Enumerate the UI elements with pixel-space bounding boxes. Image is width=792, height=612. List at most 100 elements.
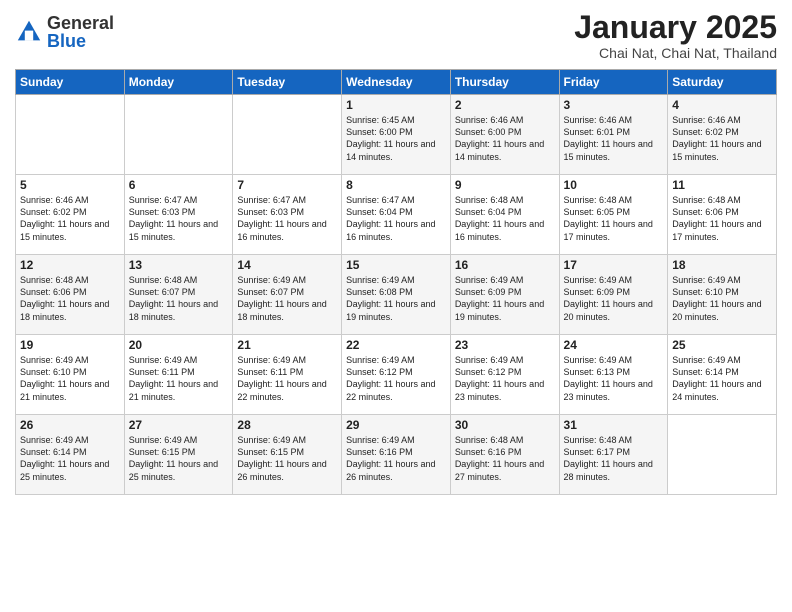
cell-text: Sunrise: 6:49 AMSunset: 6:12 PMDaylight:… (346, 354, 446, 403)
calendar-cell: 20Sunrise: 6:49 AMSunset: 6:11 PMDayligh… (124, 335, 233, 415)
day-number: 30 (455, 418, 555, 432)
cell-text: Sunrise: 6:48 AMSunset: 6:05 PMDaylight:… (564, 194, 664, 243)
day-number: 15 (346, 258, 446, 272)
cell-text: Sunrise: 6:45 AMSunset: 6:00 PMDaylight:… (346, 114, 446, 163)
calendar-cell: 25 Sunrise: 6:49 AMSunset: 6:14 PMDayligh… (668, 335, 777, 415)
logo-icon (15, 18, 43, 46)
calendar-cell: 30 Sunrise: 6:48 AMSunset: 6:16 PMDayligh… (450, 415, 559, 495)
cell-text: Sunrise: 6:49 AMSunset: 6:09 PMDaylight:… (564, 274, 664, 323)
calendar-cell: 17 Sunrise: 6:49 AMSunset: 6:09 PMDayligh… (559, 255, 668, 335)
calendar-cell: 23 Sunrise: 6:49 AMSunset: 6:12 PMDayligh… (450, 335, 559, 415)
calendar-cell: 29 Sunrise: 6:49 AMSunset: 6:16 PMDayligh… (342, 415, 451, 495)
col-header-saturday: Saturday (668, 70, 777, 95)
calendar-cell: 4 Sunrise: 6:46 AMSunset: 6:02 PMDaylight… (668, 95, 777, 175)
calendar-cell: 8Sunrise: 6:47 AMSunset: 6:04 PMDaylight… (342, 175, 451, 255)
day-number: 12 (20, 258, 120, 272)
cell-text: Sunrise: 6:49 AMSunset: 6:09 PMDaylight:… (455, 274, 555, 323)
calendar-week-5: 26 Sunrise: 6:49 AMSunset: 6:14 PMDayligh… (16, 415, 777, 495)
calendar-cell: 13Sunrise: 6:48 AMSunset: 6:07 PMDayligh… (124, 255, 233, 335)
cell-text: Sunrise: 6:49 AMSunset: 6:13 PMDaylight:… (564, 354, 664, 403)
calendar-cell: 15 Sunrise: 6:49 AMSunset: 6:08 PMDayligh… (342, 255, 451, 335)
page: General Blue January 2025 Chai Nat, Chai… (0, 0, 792, 612)
day-number: 25 (672, 338, 772, 352)
day-number: 13 (129, 258, 229, 272)
calendar-cell: 24 Sunrise: 6:49 AMSunset: 6:13 PMDayligh… (559, 335, 668, 415)
logo-general-text: General (47, 14, 114, 32)
calendar-week-3: 12 Sunrise: 6:48 AMSunset: 6:06 PMDayligh… (16, 255, 777, 335)
logo-text: General Blue (47, 14, 114, 50)
day-number: 27 (129, 418, 229, 432)
cell-text: Sunrise: 6:47 AMSunset: 6:03 PMDaylight:… (129, 194, 229, 243)
cell-text: Sunrise: 6:48 AMSunset: 6:06 PMDaylight:… (20, 274, 120, 323)
cell-text: Sunrise: 6:48 AMSunset: 6:06 PMDaylight:… (672, 194, 772, 243)
day-number: 24 (564, 338, 664, 352)
month-year: January 2025 (574, 10, 777, 45)
calendar-week-1: 1 Sunrise: 6:45 AMSunset: 6:00 PMDaylight… (16, 95, 777, 175)
day-number: 7 (237, 178, 337, 192)
col-header-monday: Monday (124, 70, 233, 95)
calendar-cell: 10 Sunrise: 6:48 AMSunset: 6:05 PMDayligh… (559, 175, 668, 255)
cell-text: Sunrise: 6:49 AMSunset: 6:15 PMDaylight:… (237, 434, 337, 483)
day-number: 31 (564, 418, 664, 432)
calendar-cell: 6 Sunrise: 6:47 AMSunset: 6:03 PMDaylight… (124, 175, 233, 255)
calendar: SundayMondayTuesdayWednesdayThursdayFrid… (15, 69, 777, 495)
cell-text: Sunrise: 6:49 AMSunset: 6:08 PMDaylight:… (346, 274, 446, 323)
cell-text: Sunrise: 6:46 AMSunset: 6:02 PMDaylight:… (20, 194, 120, 243)
cell-text: Sunrise: 6:48 AMSunset: 6:17 PMDaylight:… (564, 434, 664, 483)
calendar-cell: 26 Sunrise: 6:49 AMSunset: 6:14 PMDayligh… (16, 415, 125, 495)
calendar-cell: 14 Sunrise: 6:49 AMSunset: 6:07 PMDayligh… (233, 255, 342, 335)
title-block: January 2025 Chai Nat, Chai Nat, Thailan… (574, 10, 777, 61)
day-number: 18 (672, 258, 772, 272)
col-header-wednesday: Wednesday (342, 70, 451, 95)
cell-text: Sunrise: 6:49 AMSunset: 6:10 PMDaylight:… (672, 274, 772, 323)
day-number: 22 (346, 338, 446, 352)
cell-text: Sunrise: 6:48 AMSunset: 6:04 PMDaylight:… (455, 194, 555, 243)
day-number: 16 (455, 258, 555, 272)
calendar-cell: 28 Sunrise: 6:49 AMSunset: 6:15 PMDayligh… (233, 415, 342, 495)
day-number: 29 (346, 418, 446, 432)
calendar-cell (668, 415, 777, 495)
calendar-cell: 7Sunrise: 6:47 AMSunset: 6:03 PMDaylight… (233, 175, 342, 255)
col-header-friday: Friday (559, 70, 668, 95)
calendar-cell: 2Sunrise: 6:46 AMSunset: 6:00 PMDaylight… (450, 95, 559, 175)
cell-text: Sunrise: 6:49 AMSunset: 6:11 PMDaylight:… (129, 354, 229, 403)
calendar-header-row: SundayMondayTuesdayWednesdayThursdayFrid… (16, 70, 777, 95)
calendar-cell: 3Sunrise: 6:46 AMSunset: 6:01 PMDaylight… (559, 95, 668, 175)
logo: General Blue (15, 14, 114, 50)
col-header-thursday: Thursday (450, 70, 559, 95)
location: Chai Nat, Chai Nat, Thailand (574, 45, 777, 61)
day-number: 21 (237, 338, 337, 352)
day-number: 26 (20, 418, 120, 432)
cell-text: Sunrise: 6:49 AMSunset: 6:14 PMDaylight:… (672, 354, 772, 403)
calendar-cell: 22 Sunrise: 6:49 AMSunset: 6:12 PMDayligh… (342, 335, 451, 415)
day-number: 10 (564, 178, 664, 192)
day-number: 19 (20, 338, 120, 352)
cell-text: Sunrise: 6:49 AMSunset: 6:07 PMDaylight:… (237, 274, 337, 323)
cell-text: Sunrise: 6:48 AMSunset: 6:16 PMDaylight:… (455, 434, 555, 483)
calendar-cell: 5Sunrise: 6:46 AMSunset: 6:02 PMDaylight… (16, 175, 125, 255)
calendar-cell: 12 Sunrise: 6:48 AMSunset: 6:06 PMDayligh… (16, 255, 125, 335)
day-number: 28 (237, 418, 337, 432)
calendar-cell: 9 Sunrise: 6:48 AMSunset: 6:04 PMDaylight… (450, 175, 559, 255)
cell-text: Sunrise: 6:49 AMSunset: 6:11 PMDaylight:… (237, 354, 337, 403)
day-number: 2 (455, 98, 555, 112)
calendar-cell: 19 Sunrise: 6:49 AMSunset: 6:10 PMDayligh… (16, 335, 125, 415)
calendar-cell: 16 Sunrise: 6:49 AMSunset: 6:09 PMDayligh… (450, 255, 559, 335)
calendar-cell: 18 Sunrise: 6:49 AMSunset: 6:10 PMDayligh… (668, 255, 777, 335)
day-number: 9 (455, 178, 555, 192)
day-number: 23 (455, 338, 555, 352)
calendar-cell (124, 95, 233, 175)
cell-text: Sunrise: 6:49 AMSunset: 6:12 PMDaylight:… (455, 354, 555, 403)
cell-text: Sunrise: 6:46 AMSunset: 6:02 PMDaylight:… (672, 114, 772, 163)
cell-text: Sunrise: 6:49 AMSunset: 6:14 PMDaylight:… (20, 434, 120, 483)
day-number: 14 (237, 258, 337, 272)
day-number: 6 (129, 178, 229, 192)
col-header-tuesday: Tuesday (233, 70, 342, 95)
cell-text: Sunrise: 6:49 AMSunset: 6:10 PMDaylight:… (20, 354, 120, 403)
day-number: 1 (346, 98, 446, 112)
calendar-cell (233, 95, 342, 175)
day-number: 4 (672, 98, 772, 112)
day-number: 17 (564, 258, 664, 272)
col-header-sunday: Sunday (16, 70, 125, 95)
cell-text: Sunrise: 6:49 AMSunset: 6:16 PMDaylight:… (346, 434, 446, 483)
